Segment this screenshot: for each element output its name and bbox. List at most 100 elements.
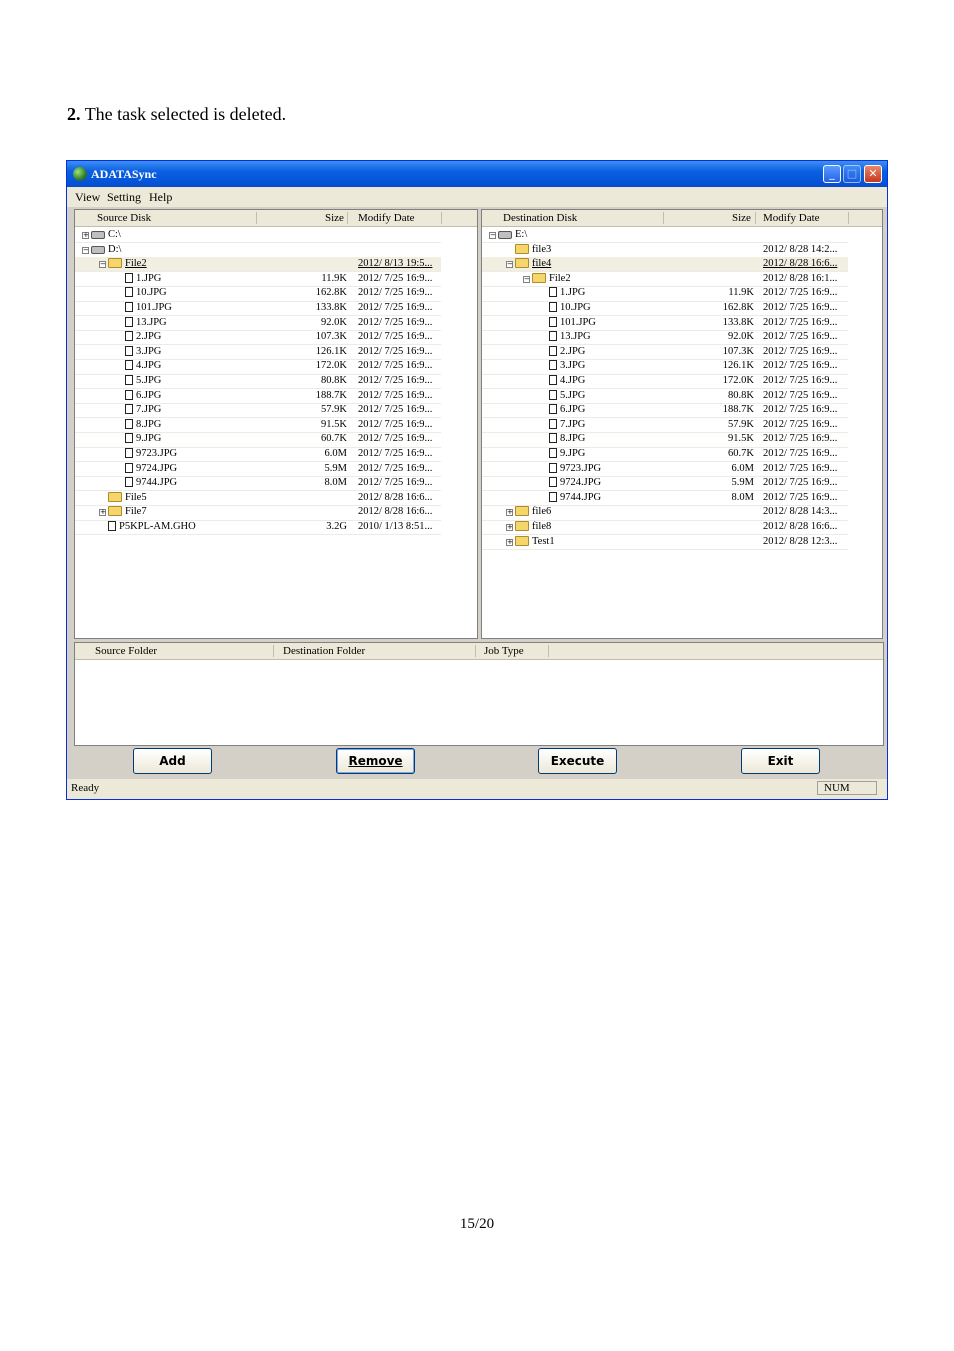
source-tree-row[interactable]: − D:\ [75, 243, 441, 258]
source-tree-row[interactable]: 8.JPG 91.5K 2012/ 7/25 16:9... [75, 418, 441, 433]
source-tree-row[interactable]: 5.JPG 80.8K 2012/ 7/25 16:9... [75, 374, 441, 389]
remove-button[interactable]: Remove [336, 748, 415, 774]
expand-icon[interactable]: + [506, 538, 513, 546]
destination-tree-row[interactable]: 5.JPG 80.8K 2012/ 7/25 16:9... [482, 389, 848, 404]
source-tree-row[interactable]: 13.JPG 92.0K 2012/ 7/25 16:9... [75, 316, 441, 331]
destination-tree-row[interactable]: − File2 2012/ 8/28 16:1... [482, 272, 848, 287]
collapse-icon[interactable]: − [82, 246, 89, 254]
destination-tree-row[interactable]: 7.JPG 57.9K 2012/ 7/25 16:9... [482, 418, 848, 433]
destination-tree-row[interactable]: − file4 2012/ 8/28 16:6... [482, 257, 848, 272]
source-item-name: 9.JPG [116, 433, 161, 444]
source-tree-row[interactable]: File5 2012/ 8/28 16:6... [75, 491, 441, 506]
destination-item-size: 92.0K [728, 331, 754, 343]
destination-item-label: file3 [532, 243, 552, 255]
destination-item-label: 9723.JPG [560, 462, 602, 474]
source-tree-row[interactable]: − File2 2012/ 8/13 19:5... [75, 257, 441, 272]
job-col-type[interactable]: Job Type [484, 645, 524, 657]
source-tree-row[interactable]: 9723.JPG 6.0M 2012/ 7/25 16:9... [75, 447, 441, 462]
source-tree-row[interactable]: + C:\ [75, 228, 441, 243]
destination-disk-tree[interactable]: Destination Disk Size Modify Date − E:\ fi… [481, 209, 883, 639]
source-disk-tree[interactable]: Source Disk Size Modify Date + C:\ − D:\ − Fi… [74, 209, 478, 639]
expand-icon[interactable]: + [506, 524, 513, 531]
destination-item-label: 8.JPG [560, 433, 586, 445]
source-col-size[interactable]: Size [325, 212, 344, 224]
destination-col-size[interactable]: Size [732, 212, 751, 224]
destination-tree-row[interactable]: 8.JPG 91.5K 2012/ 7/25 16:9... [482, 432, 848, 447]
source-tree-row[interactable]: 2.JPG 107.3K 2012/ 7/25 16:9... [75, 330, 441, 345]
collapse-icon[interactable]: − [489, 232, 496, 239]
source-col-date[interactable]: Modify Date [358, 212, 415, 224]
expand-icon[interactable]: + [82, 232, 89, 239]
destination-item-size: 60.7K [728, 448, 754, 459]
destination-tree-row[interactable]: + file6 2012/ 8/28 14:3... [482, 505, 848, 520]
maximize-button[interactable]: □ [843, 165, 861, 183]
title-bar[interactable]: ADATASync _ □ ✕ [67, 161, 887, 187]
expand-icon[interactable]: + [99, 509, 106, 517]
expand-icon[interactable]: + [506, 509, 513, 517]
destination-item-label: E:\ [515, 229, 528, 240]
menu-setting[interactable]: Setting [107, 190, 141, 205]
source-header: Source Disk Size Modify Date [75, 210, 477, 227]
destination-tree-row[interactable]: file3 2012/ 8/28 14:2... [482, 243, 848, 258]
destination-tree-row[interactable]: 9744.JPG 8.0M 2012/ 7/25 16:9... [482, 491, 848, 506]
destination-tree-row[interactable]: 9.JPG 60.7K 2012/ 7/25 16:9... [482, 447, 848, 462]
destination-tree-row[interactable]: 3.JPG 126.1K 2012/ 7/25 16:9... [482, 359, 848, 374]
add-button[interactable]: Add [133, 748, 212, 774]
source-tree-row[interactable]: 6.JPG 188.7K 2012/ 7/25 16:9... [75, 389, 441, 404]
source-tree-row[interactable]: 101.JPG 133.8K 2012/ 7/25 16:9... [75, 301, 441, 316]
source-tree-row[interactable]: 1.JPG 11.9K 2012/ 7/25 16:9... [75, 272, 441, 287]
source-tree-row[interactable]: 10.JPG 162.8K 2012/ 7/25 16:9... [75, 286, 441, 301]
source-tree-row[interactable]: + File7 2012/ 8/28 16:6... [75, 505, 441, 520]
destination-tree-row[interactable]: + file8 2012/ 8/28 16:6... [482, 520, 848, 535]
destination-tree-row[interactable]: 4.JPG 172.0K 2012/ 7/25 16:9... [482, 374, 848, 389]
destination-item-label: 3.JPG [560, 360, 586, 372]
file-icon [549, 477, 557, 488]
job-list[interactable]: Source Folder Destination Folder Job Typ… [74, 642, 884, 746]
tree-line-icon [116, 434, 123, 441]
tree-line-icon [116, 464, 123, 471]
destination-col-date[interactable]: Modify Date [763, 212, 820, 224]
destination-tree-row[interactable]: − E:\ [482, 228, 848, 243]
close-button[interactable]: ✕ [864, 165, 882, 183]
menu-help[interactable]: Help [149, 190, 172, 205]
source-tree-row[interactable]: 9744.JPG 8.0M 2012/ 7/25 16:9... [75, 476, 441, 491]
file-icon [125, 448, 133, 458]
source-tree-row[interactable]: 9.JPG 60.7K 2012/ 7/25 16:9... [75, 432, 441, 447]
destination-tree-row[interactable]: 10.JPG 162.8K 2012/ 7/25 16:9... [482, 301, 848, 316]
destination-tree-row[interactable]: 9723.JPG 6.0M 2012/ 7/25 16:9... [482, 462, 848, 477]
destination-item-date: 2012/ 7/25 16:9... [763, 375, 838, 386]
destination-item-name: + file8 [506, 521, 551, 532]
destination-tree-row[interactable]: 1.JPG 11.9K 2012/ 7/25 16:9... [482, 286, 848, 301]
file-icon [125, 316, 133, 327]
collapse-icon[interactable]: − [506, 261, 513, 269]
job-list-header: Source Folder Destination Folder Job Typ… [75, 643, 883, 660]
source-col-name[interactable]: Source Disk [97, 212, 151, 224]
source-item-size: 91.5K [321, 418, 347, 430]
destination-tree-row[interactable]: 2.JPG 107.3K 2012/ 7/25 16:9... [482, 345, 848, 360]
source-tree-row[interactable]: 7.JPG 57.9K 2012/ 7/25 16:9... [75, 403, 441, 418]
source-tree-row[interactable]: P5KPL-AM.GHO 3.2G 2010/ 1/13 8:51... [75, 520, 441, 535]
job-col-destination[interactable]: Destination Folder [283, 645, 365, 657]
tree-line-icon [116, 391, 123, 398]
destination-tree-row[interactable]: 9724.JPG 5.9M 2012/ 7/25 16:9... [482, 476, 848, 491]
destination-tree-row[interactable]: 101.JPG 133.8K 2012/ 7/25 16:9... [482, 316, 848, 331]
minimize-button[interactable]: _ [823, 165, 841, 183]
source-tree-row[interactable]: 3.JPG 126.1K 2012/ 7/25 16:9... [75, 345, 441, 360]
destination-tree-row[interactable]: 13.JPG 92.0K 2012/ 7/25 16:9... [482, 330, 848, 345]
collapse-icon[interactable]: − [99, 261, 106, 269]
file-icon [549, 389, 557, 400]
source-item-name: − File2 [99, 258, 147, 269]
job-col-source[interactable]: Source Folder [95, 645, 157, 657]
destination-col-name[interactable]: Destination Disk [503, 212, 577, 224]
menu-view[interactable]: View [75, 190, 100, 205]
source-tree-row[interactable]: 4.JPG 172.0K 2012/ 7/25 16:9... [75, 359, 441, 374]
source-item-name: 10.JPG [116, 287, 167, 298]
exit-button[interactable]: Exit [741, 748, 820, 774]
destination-tree-row[interactable]: 6.JPG 188.7K 2012/ 7/25 16:9... [482, 403, 848, 418]
file-icon [125, 302, 133, 312]
source-tree-row[interactable]: 9724.JPG 5.9M 2012/ 7/25 16:9... [75, 462, 441, 477]
destination-item-date: 2012/ 7/25 16:9... [763, 418, 838, 430]
execute-button[interactable]: Execute [538, 748, 617, 774]
destination-tree-row[interactable]: + Test1 2012/ 8/28 12:3... [482, 535, 848, 550]
collapse-icon[interactable]: − [523, 275, 530, 283]
